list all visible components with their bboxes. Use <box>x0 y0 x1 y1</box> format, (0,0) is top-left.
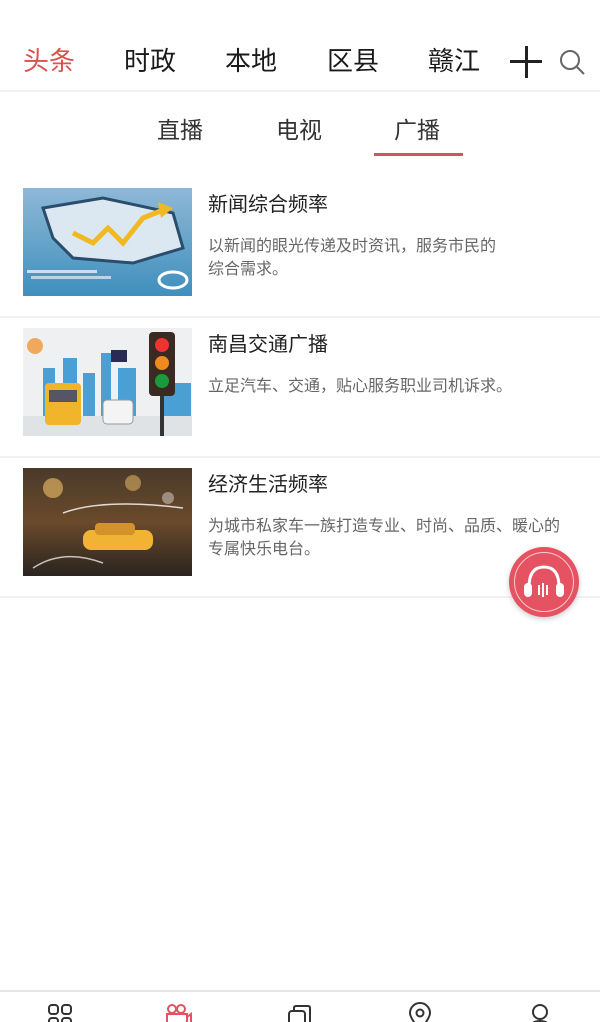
location-pin-icon[interactable] <box>405 1002 435 1022</box>
tab-ganjiang[interactable]: 赣江 <box>428 44 480 80</box>
top-navigation: 头条 时政 本地 区县 赣江 <box>0 0 600 92</box>
tab-headlines[interactable]: 头条 <box>23 44 75 80</box>
channel-item[interactable]: 新闻综合频率 以新闻的眼光传递及时资讯，服务市民的综合需求。 <box>0 178 600 318</box>
tab-politics[interactable]: 时政 <box>124 44 176 80</box>
active-tab-indicator <box>374 153 463 156</box>
business-map-growth-image <box>23 188 192 296</box>
video-camera-icon[interactable] <box>163 1002 193 1022</box>
channel-description: 以新闻的眼光传递及时资讯，服务市民的综合需求。 <box>208 236 497 278</box>
channel-title: 新闻综合频率 <box>208 192 328 216</box>
copy-cards-icon[interactable] <box>285 1002 315 1022</box>
subtab-live[interactable]: 直播 <box>157 116 203 146</box>
plus-icon[interactable] <box>510 46 542 78</box>
subtab-tv[interactable]: 电视 <box>276 116 322 146</box>
channel-title: 南昌交通广播 <box>208 332 328 356</box>
traffic-light-city-image <box>23 328 192 436</box>
channel-title: 经济生活频率 <box>208 472 328 496</box>
channel-item[interactable]: 南昌交通广播 立足汽车、交通，贴心服务职业司机诉求。 <box>0 318 600 458</box>
user-icon[interactable] <box>525 1002 555 1022</box>
search-icon[interactable] <box>558 48 586 76</box>
tab-local[interactable]: 本地 <box>225 44 277 80</box>
bottom-navigation <box>0 990 600 1022</box>
headphones-icon <box>524 565 564 597</box>
subtab-radio[interactable]: 广播 <box>394 116 440 146</box>
rainy-taxi-music-image <box>23 468 192 576</box>
radio-player-button[interactable] <box>509 547 579 617</box>
tab-districts[interactable]: 区县 <box>327 44 379 80</box>
channel-description: 立足汽车、交通，贴心服务职业司机诉求。 <box>208 376 513 395</box>
sub-tabs: 直播 电视 广播 <box>0 92 600 162</box>
grid-icon[interactable] <box>46 1002 76 1022</box>
